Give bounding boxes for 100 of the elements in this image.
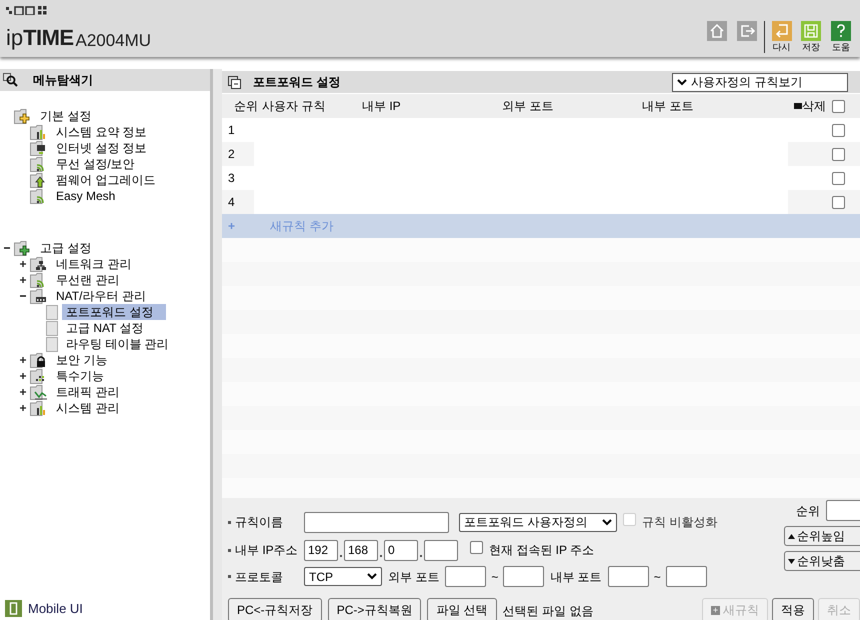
folder-plus-icon — [14, 108, 32, 124]
field-label: 순위 — [796, 502, 820, 520]
help-icon[interactable] — [831, 21, 851, 41]
tree-item[interactable]: 보안 기능 — [52, 352, 112, 368]
caret-icon — [677, 78, 687, 86]
column-header: 내부 IP — [362, 99, 401, 113]
chart-icon — [30, 124, 48, 140]
home-icon[interactable] — [707, 21, 727, 41]
folder-plus-icon — [14, 240, 32, 256]
tree-item[interactable]: 기본 설정 — [36, 108, 96, 124]
expand-toggle[interactable]: + — [19, 258, 26, 270]
tree-item[interactable]: 라우팅 테이블 관리 — [62, 336, 173, 352]
rule-name-field[interactable] — [304, 512, 449, 532]
expand-toggle[interactable]: + — [19, 354, 26, 366]
tree-item[interactable]: 펌웨어 업그레이드 — [52, 172, 160, 188]
tree-item[interactable]: 포트포워드 설정 — [62, 304, 166, 320]
chart-icon — [30, 400, 48, 416]
toolbar-label: 도움 — [832, 41, 850, 53]
column-header: 내부 포트 — [642, 99, 694, 113]
rule-type-select[interactable]: 포트포워드 사용자정의 — [459, 512, 617, 532]
protocol-select[interactable]: TCP — [304, 567, 382, 586]
field-label: 프로토콜 — [235, 568, 283, 586]
tree-item[interactable]: NAT/라우터 관리 — [52, 288, 150, 304]
caret-icon — [367, 573, 377, 580]
tree-item[interactable]: 고급 설정 — [36, 240, 96, 256]
bullet-icon — [228, 548, 231, 552]
row-checkbox[interactable] — [832, 148, 845, 160]
triangle-down-icon — [788, 558, 795, 564]
model-name: A2004MU — [75, 32, 152, 49]
tree-item[interactable]: 트래픽 관리 — [52, 384, 124, 400]
rank-cell-text: 4 — [228, 194, 235, 211]
field-label: 내부 IP주소 — [235, 542, 298, 559]
triangle-up-icon — [788, 534, 795, 538]
tree-item[interactable]: 무선 설정/보안 — [52, 156, 139, 172]
port-field[interactable] — [445, 566, 486, 587]
expand-toggle[interactable]: + — [19, 386, 26, 398]
row-checkbox[interactable] — [832, 196, 845, 208]
select-all-checkbox[interactable] — [832, 100, 845, 112]
page-icon — [46, 320, 58, 336]
bullet-icon — [228, 520, 231, 524]
port-field[interactable] — [666, 566, 707, 587]
page-icon — [46, 336, 58, 352]
ip-octet-field[interactable]: 0 — [384, 540, 418, 560]
tree-item[interactable]: Easy Mesh — [52, 188, 120, 204]
file-button[interactable]: PC->규칙복원 — [328, 598, 422, 620]
lock-icon — [30, 352, 48, 368]
exit-icon[interactable] — [737, 21, 757, 41]
view-select[interactable]: 사용자정의 규칙보기 — [672, 72, 848, 92]
port-field[interactable] — [503, 566, 544, 587]
row-checkbox[interactable] — [832, 124, 845, 136]
mobile-ui-link[interactable]: Mobile UI — [28, 598, 83, 618]
expand-toggle[interactable]: + — [19, 274, 26, 286]
rank-down-button[interactable]: 순위낮춤 — [784, 551, 860, 571]
row-checkbox[interactable] — [832, 172, 845, 184]
ip-octet-field[interactable] — [424, 540, 458, 560]
network-icon — [30, 256, 48, 272]
tree-item[interactable]: 시스템 관리 — [52, 400, 124, 416]
tree-item[interactable]: 시스템 요약 정보 — [52, 124, 151, 140]
plus-icon: + — [222, 217, 262, 235]
rank-cell-text: 3 — [228, 170, 235, 187]
tree-item[interactable]: 인터넷 설정 정보 — [52, 140, 151, 156]
ip-octet-field[interactable]: 168 — [344, 540, 378, 560]
tree-item[interactable]: 네트워크 관리 — [52, 256, 136, 272]
expand-toggle[interactable]: + — [19, 370, 26, 382]
plus-icon: + — [711, 606, 720, 614]
file-status: 선택된 파일 없음 — [502, 603, 594, 620]
checkbox-label: 규칙 비활성화 — [642, 514, 718, 531]
toolbar-label: 저장 — [802, 41, 820, 53]
rank-field[interactable] — [826, 500, 860, 521]
rank-cell-text: 2 — [228, 146, 235, 163]
collapse-toggle[interactable]: − — [3, 242, 10, 254]
action-button[interactable]: 적용 — [772, 598, 814, 620]
ip-octet-field[interactable]: 192 — [304, 540, 338, 560]
field-label: 내부 포트 — [550, 568, 602, 586]
tree-item[interactable]: 무선랜 관리 — [52, 272, 124, 288]
collapse-toggle[interactable]: − — [19, 290, 26, 302]
tree-item[interactable]: 특수기능 — [52, 368, 108, 384]
rank-cell-text: 1 — [228, 122, 235, 139]
rank-up-button[interactable]: 순위높임 — [784, 526, 860, 546]
file-choose-button[interactable]: 파일 선택 — [427, 598, 497, 620]
column-header: 외부 포트 — [502, 99, 554, 113]
bullet-icon — [228, 575, 231, 578]
port-field[interactable] — [608, 566, 649, 587]
field-label: 규칙이름 — [235, 514, 283, 531]
window-icon — [228, 76, 241, 88]
expand-toggle[interactable]: + — [19, 402, 26, 414]
column-header: 순위 — [234, 99, 258, 113]
page-icon — [46, 304, 58, 320]
panel-title: 포트포워드 설정 — [253, 74, 340, 91]
tree-item[interactable]: 고급 NAT 설정 — [62, 320, 148, 336]
range-separator: ~ — [491, 568, 498, 586]
range-separator: ~ — [654, 568, 661, 586]
current-ip-checkbox[interactable] — [470, 541, 483, 554]
file-button[interactable]: PC<-규칙저장 — [228, 598, 322, 620]
monitor-icon — [30, 140, 48, 156]
add-rule-label: 새규칙 추가 — [270, 218, 334, 235]
router-icon — [30, 288, 48, 304]
phone-icon — [5, 600, 22, 617]
column-header: 삭제 — [802, 98, 826, 115]
toolbar-label: 다시 — [772, 41, 790, 53]
